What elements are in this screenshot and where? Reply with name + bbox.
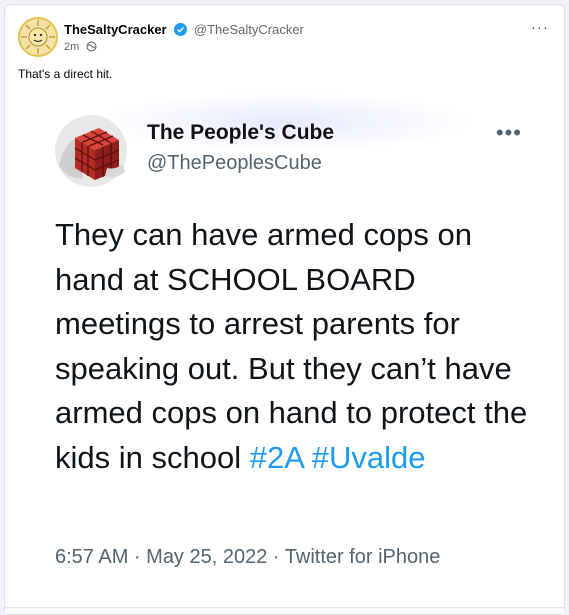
hashtag-2a: #2A [249,439,304,475]
post-caption: That's a direct hit. [18,67,113,81]
avatar[interactable] [18,17,58,57]
embedded-tweet-image[interactable]: The People's Cube @ThePeoplesCube ••• Th… [15,92,556,609]
cube-avatar [55,115,127,187]
author-name[interactable]: TheSaltyCracker [64,22,167,37]
tweet-meta: 6:57 AM · May 25, 2022 · Twitter for iPh… [55,546,441,568]
cracker-face-icon [21,20,55,54]
tweet-author-name: The People's Cube [147,121,335,144]
tweet-more-icon: ••• [495,120,522,145]
card-footer-divider [5,607,564,614]
tweet-text: They can have armed cops on hand at SCHO… [55,217,528,475]
tweet-author-handle: @ThePeoplesCube [147,152,322,174]
globe-icon [86,41,97,55]
tweet-body: They can have armed cops on hand at SCHO… [55,213,535,480]
post-meta: 2m [64,41,97,55]
author-line: TheSaltyCracker @TheSaltyCracker [64,22,304,39]
post-time[interactable]: 2m [64,41,79,53]
hashtag-uvalde: #Uvalde [311,439,426,475]
post-card: TheSaltyCracker @TheSaltyCracker 2m ··· … [4,4,565,615]
author-handle[interactable]: @TheSaltyCracker [194,22,304,37]
more-options-button[interactable]: ··· [531,19,549,36]
verified-badge-icon [174,23,188,39]
